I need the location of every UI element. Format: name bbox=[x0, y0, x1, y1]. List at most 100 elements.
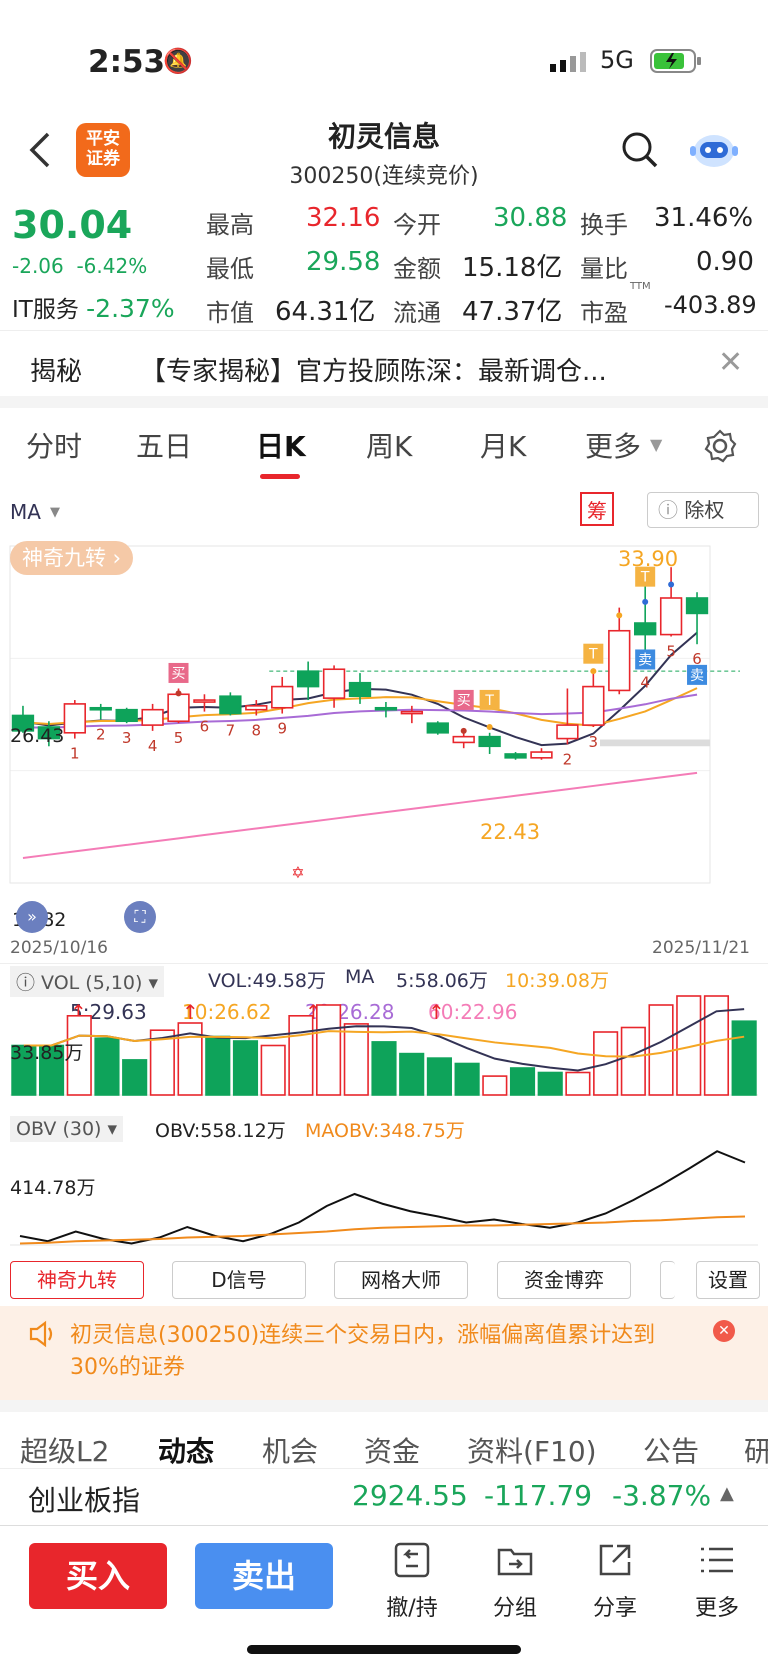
tab-super-l2[interactable]: 超级L2 bbox=[20, 1430, 109, 1470]
cancel-hold-button[interactable]: 撤/持 bbox=[372, 1540, 452, 1621]
more-button[interactable]: 更多 bbox=[677, 1540, 757, 1621]
sequence-number: 5 bbox=[174, 729, 184, 747]
signal-tag: 卖 bbox=[690, 668, 704, 684]
index-pct: -3.87% bbox=[612, 1479, 712, 1512]
quote-label: 金额 bbox=[393, 255, 441, 283]
buy-button[interactable]: 买入 bbox=[29, 1543, 167, 1609]
robot-assistant-icon[interactable] bbox=[688, 126, 740, 172]
grid-master-button[interactable]: 网格大师 bbox=[334, 1261, 468, 1299]
chip-button[interactable]: 筹 bbox=[580, 492, 614, 526]
tab-f10[interactable]: 资料(F10) bbox=[467, 1430, 597, 1470]
alert-banner[interactable]: 初灵信息(300250)连续三个交易日内，涨幅偏离值累计达到30%的证券 ✕ bbox=[0, 1306, 768, 1400]
tab-funds[interactable]: 资金 bbox=[364, 1430, 420, 1470]
signal-tag: 买 bbox=[457, 693, 471, 709]
signal-icon bbox=[550, 52, 586, 72]
index-value: 2924.55 bbox=[352, 1479, 468, 1512]
current-price: 30.04 bbox=[12, 203, 133, 247]
tab-announcements[interactable]: 公告 bbox=[643, 1430, 699, 1470]
vol-ma5: 5:58.06万 bbox=[396, 970, 488, 992]
kline-chart[interactable]: 12 3 4 56 7 8 92345 6买买 TTT卖卖✡ bbox=[0, 538, 768, 938]
signal-dot bbox=[642, 598, 649, 605]
quote-label: 市盈 bbox=[580, 299, 628, 327]
d-signal-button[interactable]: D信号 bbox=[172, 1261, 306, 1299]
quote-label: 流通 bbox=[393, 299, 441, 327]
candle-body bbox=[141, 708, 164, 726]
index-bar[interactable]: 创业板指 2924.55 -117.79 -3.87% ▲ bbox=[0, 1468, 768, 1525]
signal-dot bbox=[460, 727, 467, 734]
volume-bar bbox=[509, 1067, 536, 1096]
vol-value: VOL:49.58万 bbox=[208, 970, 326, 992]
candle-body bbox=[115, 708, 138, 723]
quote-label: 换手 bbox=[580, 211, 628, 239]
tab-daily-k[interactable]: 日K bbox=[256, 425, 306, 465]
sequence-number: 4 bbox=[148, 737, 158, 755]
tab-more[interactable]: 更多 bbox=[585, 425, 641, 465]
tab-research[interactable]: 研 bbox=[744, 1430, 768, 1470]
tab-weekly-k[interactable]: 周K bbox=[366, 425, 412, 465]
candle-body bbox=[167, 693, 190, 723]
sequence-number: 2 bbox=[563, 750, 573, 768]
candle-body bbox=[634, 622, 657, 636]
close-icon[interactable]: ✕ bbox=[718, 345, 743, 380]
tab-five-day[interactable]: 五日 bbox=[136, 425, 192, 465]
signal-dot bbox=[175, 690, 182, 697]
tab-dynamic[interactable]: 动态 bbox=[158, 1430, 214, 1470]
sequence-number: 2 bbox=[96, 725, 106, 743]
volume-bar bbox=[316, 1004, 342, 1096]
candle-body bbox=[582, 685, 605, 726]
fund-game-button[interactable]: 资金博弈 bbox=[497, 1261, 631, 1299]
share-icon bbox=[599, 1544, 631, 1576]
volume-bar bbox=[205, 1035, 231, 1096]
signal-dot bbox=[590, 668, 597, 675]
quote-value: 64.31亿 bbox=[275, 297, 376, 327]
volume-bar bbox=[343, 1023, 369, 1096]
news-banner[interactable]: 揭秘 【专家揭秘】官方投顾陈深：最新调仓... ✕ bbox=[0, 330, 768, 395]
tab-monthly-k[interactable]: 月K bbox=[480, 425, 526, 465]
share-button[interactable]: 分享 bbox=[575, 1540, 655, 1621]
signal-dot bbox=[616, 612, 623, 619]
tab-intraday[interactable]: 分时 bbox=[26, 425, 82, 465]
magic-nine-button[interactable]: 神奇九转 bbox=[10, 1261, 144, 1299]
vol-ma10: 10:39.08万 bbox=[505, 970, 609, 992]
candle-body bbox=[608, 629, 631, 692]
volume-bar bbox=[371, 1041, 397, 1096]
volume-chart[interactable] bbox=[0, 995, 768, 1100]
close-icon[interactable]: ✕ bbox=[713, 1320, 735, 1342]
sell-button[interactable]: 卖出 bbox=[195, 1543, 333, 1609]
obv-chart[interactable] bbox=[0, 1145, 768, 1250]
sector-change[interactable]: IT服务 -2.37% bbox=[12, 290, 175, 324]
volume-bar bbox=[648, 1004, 674, 1096]
obv-value: OBV:558.12万 bbox=[155, 1120, 286, 1142]
obv-legend[interactable]: OBV (30) ▾ bbox=[10, 1116, 124, 1142]
candle-body bbox=[452, 735, 475, 744]
signal-dot bbox=[668, 581, 675, 588]
volume-bar bbox=[232, 1040, 259, 1096]
maobv-value: MAOBV:348.75万 bbox=[305, 1120, 465, 1142]
candle-body bbox=[348, 681, 372, 698]
volume-bar bbox=[454, 1062, 480, 1096]
vol-legend[interactable]: ⓘ VOL (5,10) ▾ bbox=[10, 966, 164, 997]
quote-label: 量比 bbox=[580, 255, 628, 283]
bell-muted-icon: 🔕 bbox=[163, 47, 193, 75]
candle-body bbox=[556, 724, 579, 740]
gear-icon[interactable] bbox=[702, 428, 738, 464]
status-time: 2:53 bbox=[88, 44, 166, 80]
high-price-label: 33.90 bbox=[618, 547, 679, 571]
ex-right-button[interactable]: ⓘ 除权 bbox=[647, 492, 759, 528]
volume-bar bbox=[565, 1071, 591, 1096]
magic-nine-badge[interactable]: 神奇九转 › bbox=[10, 541, 134, 575]
y-label-mid: 26.43 bbox=[10, 725, 65, 747]
settings-button[interactable]: 设置 bbox=[696, 1261, 760, 1299]
sequence-number: 6 bbox=[200, 718, 210, 736]
signal-tag: T bbox=[588, 647, 598, 663]
banner-tag: 揭秘 bbox=[30, 357, 83, 387]
chevron-up-icon[interactable]: ▲ bbox=[720, 1483, 734, 1504]
more-indicator-button[interactable] bbox=[660, 1261, 675, 1299]
fullscreen-icon[interactable]: ⛶ bbox=[124, 901, 156, 933]
expand-icon[interactable]: » bbox=[16, 901, 48, 933]
tab-opportunity[interactable]: 机会 bbox=[262, 1430, 318, 1470]
volume-bar bbox=[731, 1020, 757, 1096]
search-icon[interactable] bbox=[620, 130, 660, 170]
group-button[interactable]: 分组 bbox=[475, 1540, 555, 1621]
sequence-number: 9 bbox=[277, 720, 287, 738]
